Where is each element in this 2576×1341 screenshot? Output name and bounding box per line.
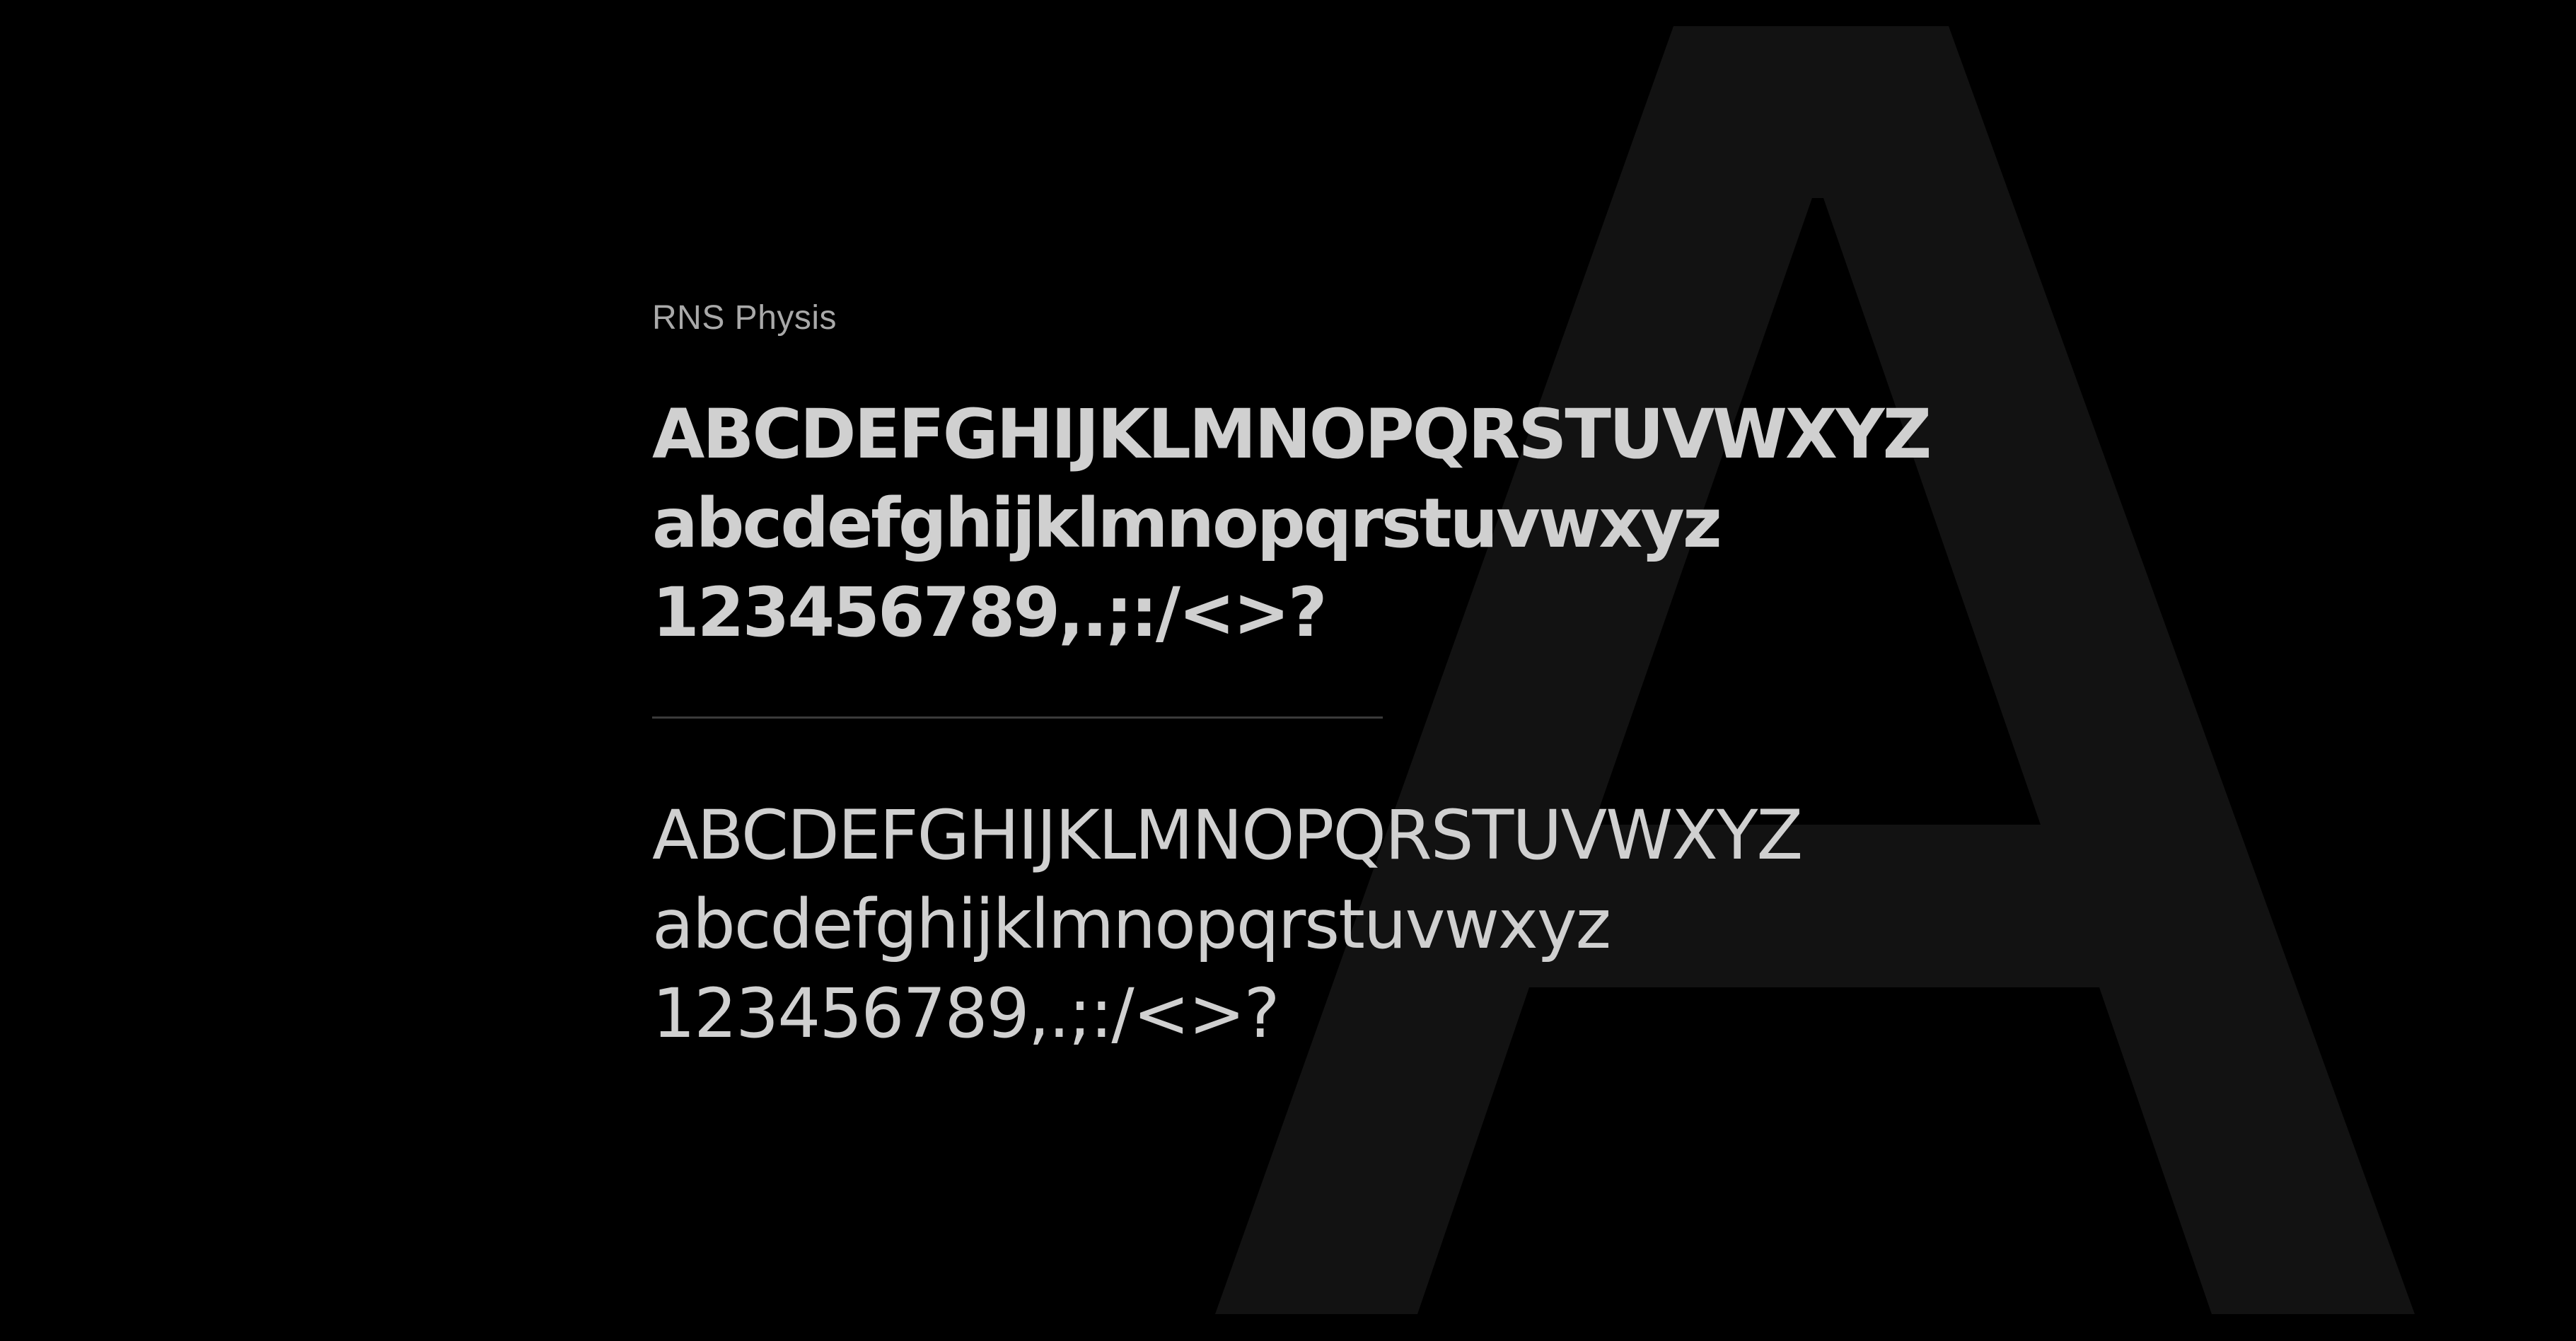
- regular-uppercase-line: ABCDEFGHIJKLMNOPQRSTUVWXYZ: [652, 796, 1803, 875]
- bold-lowercase-line: abcdefghijklmnopqrstuvwxyz: [652, 484, 1722, 563]
- font-name-label: RNS Physis: [652, 299, 837, 337]
- backdrop-letter-a-shape: [1215, 26, 2415, 1314]
- bold-glyph-set: ABCDEFGHIJKLMNOPQRSTUVWXYZ abcdefghijklm…: [652, 390, 1932, 657]
- regular-glyph-set: ABCDEFGHIJKLMNOPQRSTUVWXYZ abcdefghijklm…: [652, 791, 1803, 1058]
- regular-numerals-line: 123456789,.;:/<>?: [652, 974, 1280, 1053]
- bold-numerals-line: 123456789,.;:/<>?: [652, 573, 1328, 652]
- section-divider: [652, 716, 1383, 719]
- bold-uppercase-line: ABCDEFGHIJKLMNOPQRSTUVWXYZ: [652, 395, 1932, 474]
- regular-lowercase-line: abcdefghijklmnopqrstuvwxyz: [652, 885, 1611, 964]
- backdrop-letter-a: [1215, 26, 2415, 1314]
